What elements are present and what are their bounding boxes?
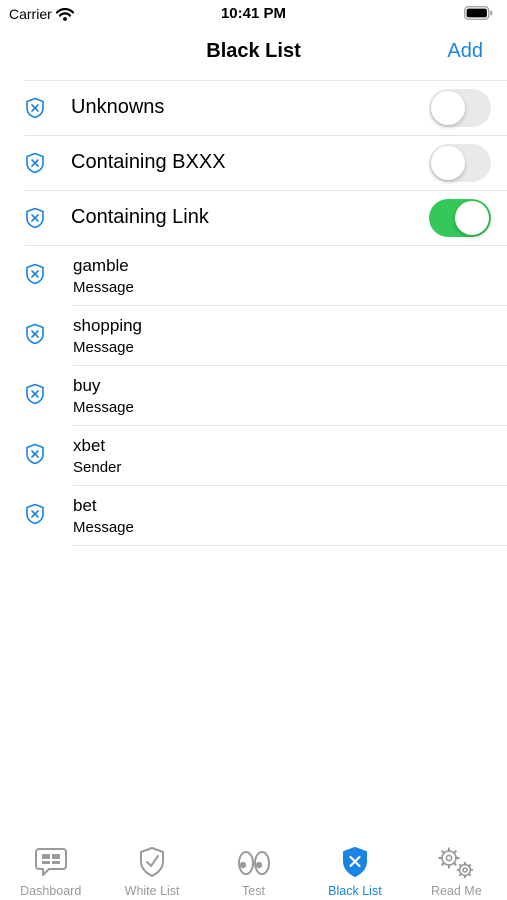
tab-white-list[interactable]: White List: [101, 840, 202, 900]
keyword-row[interactable]: bet Message: [26, 486, 507, 546]
toggle-knob: [431, 91, 465, 125]
shield-check-icon: [140, 847, 165, 877]
rule-row: Containing BXXX: [25, 136, 507, 191]
shield-x-icon: [26, 503, 44, 525]
keyword-text: xbet: [73, 436, 106, 455]
keyword-type: Message: [73, 519, 134, 536]
keyword-row[interactable]: buy Message: [26, 366, 507, 426]
tab-test[interactable]: Test: [203, 840, 304, 900]
shield-x-icon: [26, 207, 44, 229]
keyword-type: Message: [73, 339, 134, 356]
shield-x-icon: [26, 443, 44, 465]
shield-x-icon: [26, 97, 44, 119]
dashboard-icon: [34, 848, 67, 876]
toggle-knob: [455, 201, 489, 235]
rule-toggle[interactable]: [429, 89, 491, 127]
shield-x-icon: [26, 383, 44, 405]
shield-x-icon: [342, 847, 367, 877]
keyword-text: shopping: [73, 316, 143, 335]
add-button[interactable]: Add: [447, 40, 483, 63]
keyword-text: bet: [73, 496, 97, 515]
tab-label: Black List: [328, 884, 382, 898]
tab-black-list[interactable]: Black List: [304, 840, 405, 900]
shield-x-icon: [26, 152, 44, 174]
rule-toggle[interactable]: [429, 199, 491, 237]
keyword-type: Message: [73, 399, 134, 416]
rule-toggle[interactable]: [429, 144, 491, 182]
toggle-knob: [431, 146, 465, 180]
eyes-icon: [237, 851, 270, 875]
shield-x-icon: [26, 323, 44, 345]
rule-label: Unknowns: [71, 96, 165, 118]
keyword-row[interactable]: gamble Message: [26, 246, 507, 306]
tab-read-me[interactable]: Read Me: [406, 840, 507, 900]
keyword-row[interactable]: shopping Message: [26, 306, 507, 366]
blacklist-list: Unknowns Containing BXXX Containing Link g…: [25, 80, 507, 546]
gears-icon: [438, 847, 474, 879]
tab-label: Test: [242, 884, 265, 898]
keyword-type: Message: [73, 279, 134, 296]
rule-row: Containing Link: [25, 191, 507, 246]
keyword-type: Sender: [73, 459, 122, 476]
rule-row: Unknowns: [25, 81, 507, 136]
tab-label: White List: [124, 884, 180, 898]
status-bar: Carrier 10:41 PM: [0, 0, 507, 28]
screen: Carrier 10:41 PM Black List Add Unknowns…: [0, 0, 507, 900]
tab-bar: Dashboard White List Test Black List Rea…: [0, 840, 507, 900]
rule-label: Containing Link: [71, 206, 209, 228]
rule-label: Containing BXXX: [71, 151, 226, 173]
tab-label: Dashboard: [20, 884, 82, 898]
tab-dashboard[interactable]: Dashboard: [0, 840, 101, 900]
battery-icon: [464, 6, 493, 25]
keyword-row[interactable]: xbet Sender: [26, 426, 507, 486]
shield-x-icon: [26, 263, 44, 285]
tab-label: Read Me: [430, 884, 482, 898]
page-title: Black List: [206, 40, 301, 62]
keyword-text: gamble: [73, 256, 129, 275]
clock: 10:41 PM: [220, 5, 287, 22]
keyword-text: buy: [73, 376, 101, 395]
